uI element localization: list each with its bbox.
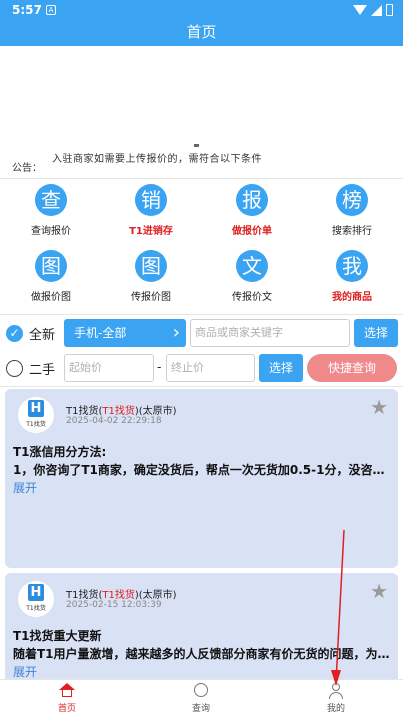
annotation-arrow	[331, 529, 345, 686]
